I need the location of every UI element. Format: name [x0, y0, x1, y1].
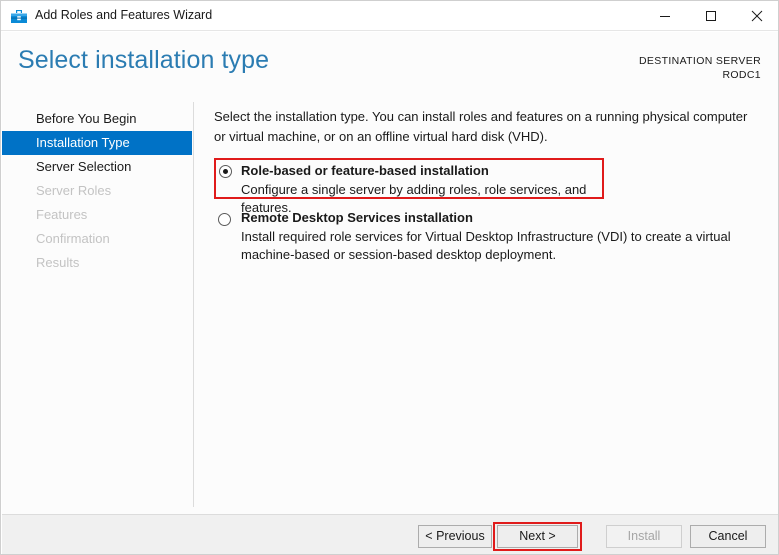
next-button[interactable]: Next > — [497, 525, 578, 548]
install-button: Install — [606, 525, 682, 548]
cancel-button[interactable]: Cancel — [690, 525, 766, 548]
body-area: Before You Begin Installation Type Serve… — [2, 96, 778, 514]
toolbox-icon — [10, 7, 28, 25]
title-bar: Add Roles and Features Wizard — [1, 1, 778, 31]
close-icon[interactable] — [734, 1, 778, 31]
radio-option-remote-desktop[interactable]: Remote Desktop Services installation — [214, 209, 762, 227]
previous-button[interactable]: < Previous — [418, 525, 492, 548]
sidebar-item-before-you-begin[interactable]: Before You Begin — [2, 107, 192, 131]
minimize-icon[interactable] — [642, 1, 688, 31]
option-title-remote-desktop: Remote Desktop Services installation — [241, 210, 473, 225]
footer-button-bar: < Previous Next > Install Cancel — [2, 514, 778, 554]
option-title-role-based: Role-based or feature-based installation — [241, 163, 489, 178]
sidebar-item-server-selection[interactable]: Server Selection — [2, 155, 192, 179]
wizard-steps-nav: Before You Begin Installation Type Serve… — [2, 107, 192, 275]
sidebar-item-installation-type[interactable]: Installation Type — [2, 131, 192, 155]
wizard-window: Add Roles and Features Wizard Select ins… — [0, 0, 779, 555]
installation-type-option-2: Remote Desktop Services installation Ins… — [214, 209, 762, 264]
maximize-icon[interactable] — [688, 1, 734, 31]
sidebar-item-results: Results — [36, 255, 80, 270]
sidebar-item-features: Features — [36, 207, 88, 222]
destination-server-label: DESTINATION SERVER — [638, 55, 761, 67]
option-description-remote-desktop: Install required role services for Virtu… — [241, 229, 731, 262]
nav-divider — [193, 102, 194, 507]
main-content: Select the installation type. You can in… — [214, 107, 766, 264]
destination-server-block: DESTINATION SERVER RODC1 — [639, 54, 761, 82]
radio-option-role-based[interactable]: Role-based or feature-based installation — [216, 160, 602, 180]
installation-type-option-1-highlight: Role-based or feature-based installation… — [214, 158, 604, 215]
page-title: Select installation type — [18, 46, 270, 74]
page-header: Select installation type DESTINATION SER… — [2, 32, 778, 96]
window-title: Add Roles and Features Wizard — [35, 8, 213, 22]
intro-text: Select the installation type. You can in… — [214, 109, 748, 144]
destination-server-value: RODC1 — [722, 69, 761, 81]
radio-icon-unselected — [218, 213, 231, 226]
radio-icon-selected — [219, 165, 232, 178]
sidebar-item-confirmation: Confirmation — [36, 231, 110, 246]
sidebar-item-server-roles: Server Roles — [36, 183, 112, 198]
